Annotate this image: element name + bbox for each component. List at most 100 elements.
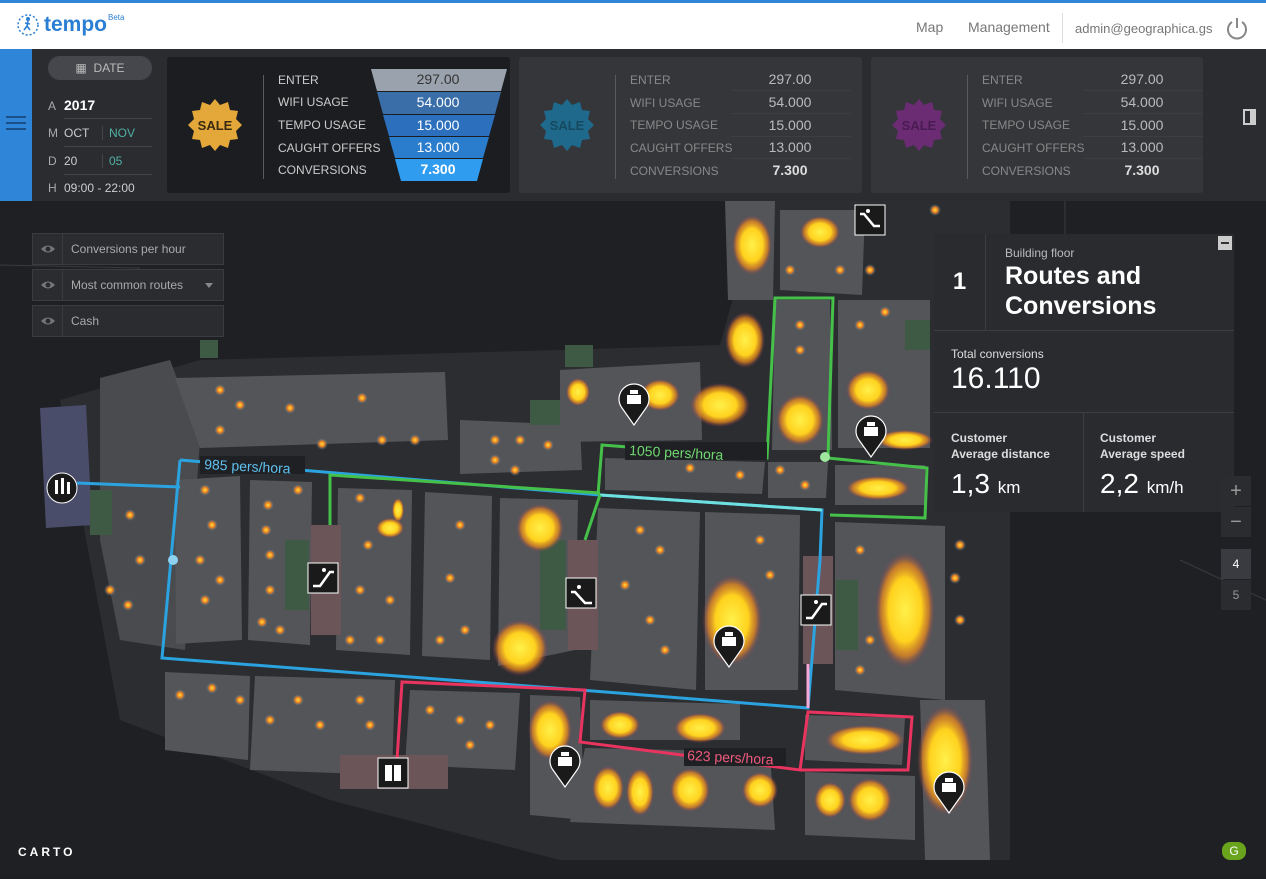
month-to[interactable]: NOV: [102, 126, 136, 140]
divider: [731, 113, 851, 114]
metric-label: Average distance: [951, 447, 1050, 461]
label-enter: ENTER: [630, 73, 671, 87]
top-bar: tempo Beta Map Management admin@geograph…: [0, 0, 1266, 49]
layer-conversions-per-hour[interactable]: Conversions per hour: [32, 233, 224, 265]
average-distance-metric: Customer Average distance 1,3 km: [951, 430, 1050, 500]
hour-row[interactable]: H 09:00 - 22:00: [48, 181, 135, 195]
layer-cash[interactable]: Cash: [32, 305, 224, 337]
divider: [1083, 136, 1203, 137]
divider: [1083, 158, 1203, 159]
value-conversions: 7.300: [772, 162, 808, 178]
year-row[interactable]: A 2017: [48, 97, 95, 113]
g-button[interactable]: G: [1222, 842, 1246, 860]
label-caught-offers: CAUGHT OFFERS: [278, 141, 381, 155]
floor-number: 1: [934, 234, 986, 330]
label-tempo-usage: TEMPO USAGE: [278, 118, 367, 132]
day-to[interactable]: 05: [102, 154, 123, 168]
eye-icon[interactable]: [33, 306, 63, 336]
campaign-card-2[interactable]: SALE ENTER WIFI USAGE TEMPO USAGE CAUGHT…: [519, 57, 862, 193]
total-conversions-value: 16.110: [951, 362, 1041, 395]
hour-key: H: [48, 181, 57, 195]
room-block: [40, 405, 92, 528]
layer-label: Conversions per hour: [71, 242, 186, 256]
value-tempo-usage: 15.000: [768, 117, 812, 133]
label-tempo-usage: TEMPO USAGE: [630, 118, 719, 132]
month-from[interactable]: OCT: [64, 126, 102, 140]
zoom-in-button[interactable]: +: [1221, 476, 1251, 506]
campaign-card-1[interactable]: SALE ENTER WIFI USAGE TEMPO USAGE CAUGHT…: [167, 57, 510, 193]
floor-info-panel: 1 Building floor Routes and Conversions …: [934, 234, 1234, 512]
day-key: D: [48, 154, 57, 168]
divider: [934, 330, 1234, 331]
card-divider: [615, 75, 616, 179]
beta-badge: Beta: [108, 13, 125, 22]
walking-person-icon: [17, 14, 39, 36]
value-conversions: 7.300: [420, 161, 456, 177]
average-distance-value: 1,3: [951, 468, 990, 499]
nav-divider: [1062, 13, 1063, 43]
value-wifi-usage: 54.000: [416, 94, 460, 110]
unit: km/h: [1146, 478, 1184, 497]
value-caught-offers: 13.000: [416, 139, 460, 155]
chevron-down-icon[interactable]: [205, 283, 213, 288]
panel-toggle-icon[interactable]: [1243, 109, 1256, 125]
date-button[interactable]: ▦ DATE: [48, 56, 152, 80]
label-wifi-usage: WIFI USAGE: [630, 96, 701, 110]
carto-attribution[interactable]: CARTO: [18, 845, 75, 859]
hour-range[interactable]: 09:00 - 22:00: [64, 181, 135, 195]
menu-icon: [6, 116, 26, 134]
sale-badge-icon: SALE: [188, 99, 242, 151]
value-wifi-usage: 54.000: [768, 94, 812, 110]
sidebar-toggle-button[interactable]: [0, 49, 32, 201]
elevator-icon[interactable]: [377, 757, 409, 789]
value-tempo-usage: 15.000: [416, 117, 460, 133]
label-enter: ENTER: [982, 73, 1023, 87]
app-logo[interactable]: tempo Beta: [16, 13, 124, 37]
label-wifi-usage: WIFI USAGE: [278, 95, 349, 109]
sale-badge-icon: SALE: [892, 99, 946, 151]
brand-name: tempo: [44, 13, 107, 36]
metric-label: Average speed: [1100, 447, 1185, 461]
user-account[interactable]: admin@geographica.gs: [1075, 21, 1213, 36]
escalator-icon[interactable]: [565, 577, 597, 609]
power-icon[interactable]: [1225, 17, 1249, 41]
floor-label: Building floor: [1005, 246, 1075, 260]
value-enter: 297.00: [768, 71, 812, 87]
value-caught-offers: 13.000: [1120, 139, 1164, 155]
eye-icon[interactable]: [33, 270, 63, 300]
card-divider: [967, 75, 968, 179]
day-from[interactable]: 20: [64, 154, 102, 168]
layer-label: Cash: [71, 314, 100, 328]
value-enter: 297.00: [1120, 71, 1164, 87]
label-caught-offers: CAUGHT OFFERS: [982, 141, 1085, 155]
campaign-card-3[interactable]: SALE ENTER WIFI USAGE TEMPO USAGE CAUGHT…: [871, 57, 1203, 193]
label-caught-offers: CAUGHT OFFERS: [630, 141, 733, 155]
label-conversions: CONVERSIONS: [278, 163, 367, 177]
level-button-4[interactable]: 4: [1221, 549, 1251, 579]
divider: [1083, 90, 1203, 91]
level-button-5[interactable]: 5: [1221, 580, 1251, 610]
badge-text: SALE: [902, 118, 937, 133]
zoom-out-button[interactable]: −: [1221, 507, 1251, 537]
value-caught-offers: 13.000: [768, 139, 812, 155]
escalator-icon[interactable]: [854, 204, 886, 236]
year-value[interactable]: 2017: [64, 97, 95, 113]
unit: km: [997, 478, 1021, 497]
average-speed-value: 2,2: [1100, 468, 1139, 499]
eye-icon[interactable]: [33, 234, 63, 264]
divider: [1083, 113, 1203, 114]
minimize-button[interactable]: [1218, 236, 1232, 250]
nav-map-link[interactable]: Map: [916, 19, 943, 35]
metric-label: Customer: [951, 431, 1008, 445]
year-key: A: [48, 99, 57, 113]
escalator-icon[interactable]: [800, 594, 832, 626]
toilets-icon[interactable]: [46, 472, 78, 504]
card-divider: [263, 75, 264, 179]
nav-management-link[interactable]: Management: [968, 19, 1050, 35]
divider: [64, 174, 152, 175]
month-key: M: [48, 126, 58, 140]
layer-most-common-routes[interactable]: Most common routes: [32, 269, 224, 301]
escalator-icon[interactable]: [307, 562, 339, 594]
value-wifi-usage: 54.000: [1120, 94, 1164, 110]
value-conversions: 7.300: [1124, 162, 1160, 178]
